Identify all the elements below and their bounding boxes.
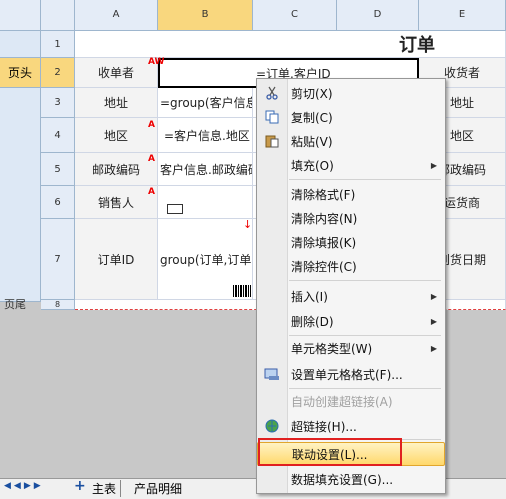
menu-item-label: 插入(I): [291, 289, 328, 304]
column-header-a[interactable]: A: [75, 0, 158, 31]
cell-a3[interactable]: 地址: [75, 88, 158, 118]
column-header-c[interactable]: C: [253, 0, 337, 31]
band-cell-body: [0, 88, 41, 302]
copy-icon: [257, 110, 287, 124]
tab-product-detail[interactable]: 产品明细: [130, 480, 186, 497]
menu-item-label: 清除控件(C): [291, 259, 357, 274]
menu-separator: [289, 179, 441, 180]
menu-item-paste[interactable]: 粘贴(V): [257, 129, 445, 153]
cell-marker-a: A: [148, 154, 155, 164]
submenu-arrow-icon: ▶: [430, 291, 437, 301]
menu-item-clear-controls[interactable]: 清除控件(C): [257, 254, 445, 278]
row-number[interactable]: 3: [41, 88, 75, 118]
menu-item-label: 设置单元格格式(F)...: [291, 367, 403, 382]
row-number[interactable]: 1: [41, 31, 75, 58]
cell-a6[interactable]: 销售人: [75, 186, 158, 219]
column-header-d[interactable]: D: [337, 0, 419, 31]
menu-item-label: 复制(C): [291, 110, 333, 125]
cell-b3[interactable]: =group(客户信息: [158, 88, 253, 118]
cell-b6[interactable]: [158, 186, 253, 219]
submenu-arrow-icon: ▶: [430, 316, 437, 326]
submenu-arrow-icon: ▶: [430, 343, 437, 353]
cell-a4[interactable]: 地区: [75, 118, 158, 153]
report-title-cell[interactable]: 订单: [75, 31, 506, 58]
band-column-header[interactable]: [41, 0, 75, 31]
cell-a5[interactable]: 邮政编码: [75, 153, 158, 186]
cell-marker-a: A: [148, 187, 155, 197]
annotation-highlight-box: [258, 438, 402, 466]
menu-separator: [289, 280, 441, 281]
cell-b5[interactable]: 客户信息.邮政编码: [158, 153, 253, 186]
menu-item-fill[interactable]: 填充(O) ▶: [257, 153, 445, 177]
menu-item-clear-content[interactable]: 清除内容(N): [257, 206, 445, 230]
menu-item-label: 填充(O): [291, 158, 334, 173]
menu-item-label: 删除(D): [291, 314, 334, 329]
row-number[interactable]: 7: [41, 219, 75, 300]
context-menu: 剪切(X) 复制(C) 粘贴(V) 填充(O) ▶ 清除格式(F) 清除内容(N…: [256, 78, 446, 494]
add-sheet-icon[interactable]: +: [74, 478, 86, 494]
menu-item-label: 清除格式(F): [291, 187, 356, 202]
scissors-icon: [257, 86, 287, 100]
menu-item-label: 单元格类型(W): [291, 341, 373, 356]
menu-item-clear-fill-report[interactable]: 清除填报(K): [257, 230, 445, 254]
menu-item-label: 清除内容(N): [291, 211, 358, 226]
cell-b4[interactable]: =客户信息.地区: [158, 118, 253, 153]
menu-item-label: 粘贴(V): [291, 134, 333, 149]
menu-item-format-cells[interactable]: 设置单元格格式(F)...: [257, 362, 445, 386]
submenu-arrow-icon: ▶: [430, 160, 437, 170]
menu-item-label: 剪切(X): [291, 86, 333, 101]
hyperlink-icon: [257, 419, 287, 433]
cell-a7[interactable]: 订单ID: [75, 219, 158, 300]
menu-item-label: 超链接(H)...: [291, 419, 357, 434]
sheet-nav-arrows-icon[interactable]: ◀◀▶▶: [4, 481, 44, 491]
corner-header[interactable]: [0, 0, 41, 31]
band-cell-row1: [0, 31, 41, 58]
cell-marker-aw: AW: [148, 57, 165, 67]
menu-item-cut[interactable]: 剪切(X): [257, 81, 445, 105]
menu-item-delete[interactable]: 删除(D) ▶: [257, 309, 445, 333]
menu-item-copy[interactable]: 复制(C): [257, 105, 445, 129]
column-header-b[interactable]: B: [158, 0, 253, 31]
format-cells-icon: [257, 367, 287, 381]
menu-item-label: 清除填报(K): [291, 235, 357, 250]
row-number[interactable]: 2: [41, 58, 75, 88]
menu-item-auto-hyperlink[interactable]: 自动创建超链接(A): [257, 389, 445, 413]
menu-item-cell-type[interactable]: 单元格类型(W) ▶: [257, 336, 445, 360]
menu-item-clear-format[interactable]: 清除格式(F): [257, 182, 445, 206]
header-band-label: 页头: [0, 58, 41, 88]
menu-item-data-fill-settings[interactable]: 数据填充设置(G)...: [257, 467, 445, 491]
row-number[interactable]: 5: [41, 153, 75, 186]
control-widget-icon: [167, 204, 183, 214]
tab-main[interactable]: 主表: [88, 480, 122, 497]
row-number[interactable]: 6: [41, 186, 75, 219]
footer-band-label: 页尾: [4, 298, 26, 311]
cell-a2[interactable]: 收单者: [75, 58, 158, 88]
menu-item-insert[interactable]: 插入(I) ▶: [257, 284, 445, 308]
paste-icon: [257, 134, 287, 148]
column-header-e[interactable]: E: [419, 0, 506, 31]
menu-item-label: 自动创建超链接(A): [291, 394, 393, 409]
row-number[interactable]: 4: [41, 118, 75, 153]
cell-marker-a: A: [148, 120, 155, 130]
barcode-icon: [233, 285, 251, 297]
row-number[interactable]: 8: [41, 300, 75, 310]
menu-item-label: 数据填充设置(G)...: [291, 472, 394, 487]
expand-down-arrow-icon: ↓: [243, 218, 253, 231]
menu-item-hyperlink[interactable]: 超链接(H)...: [257, 414, 445, 438]
